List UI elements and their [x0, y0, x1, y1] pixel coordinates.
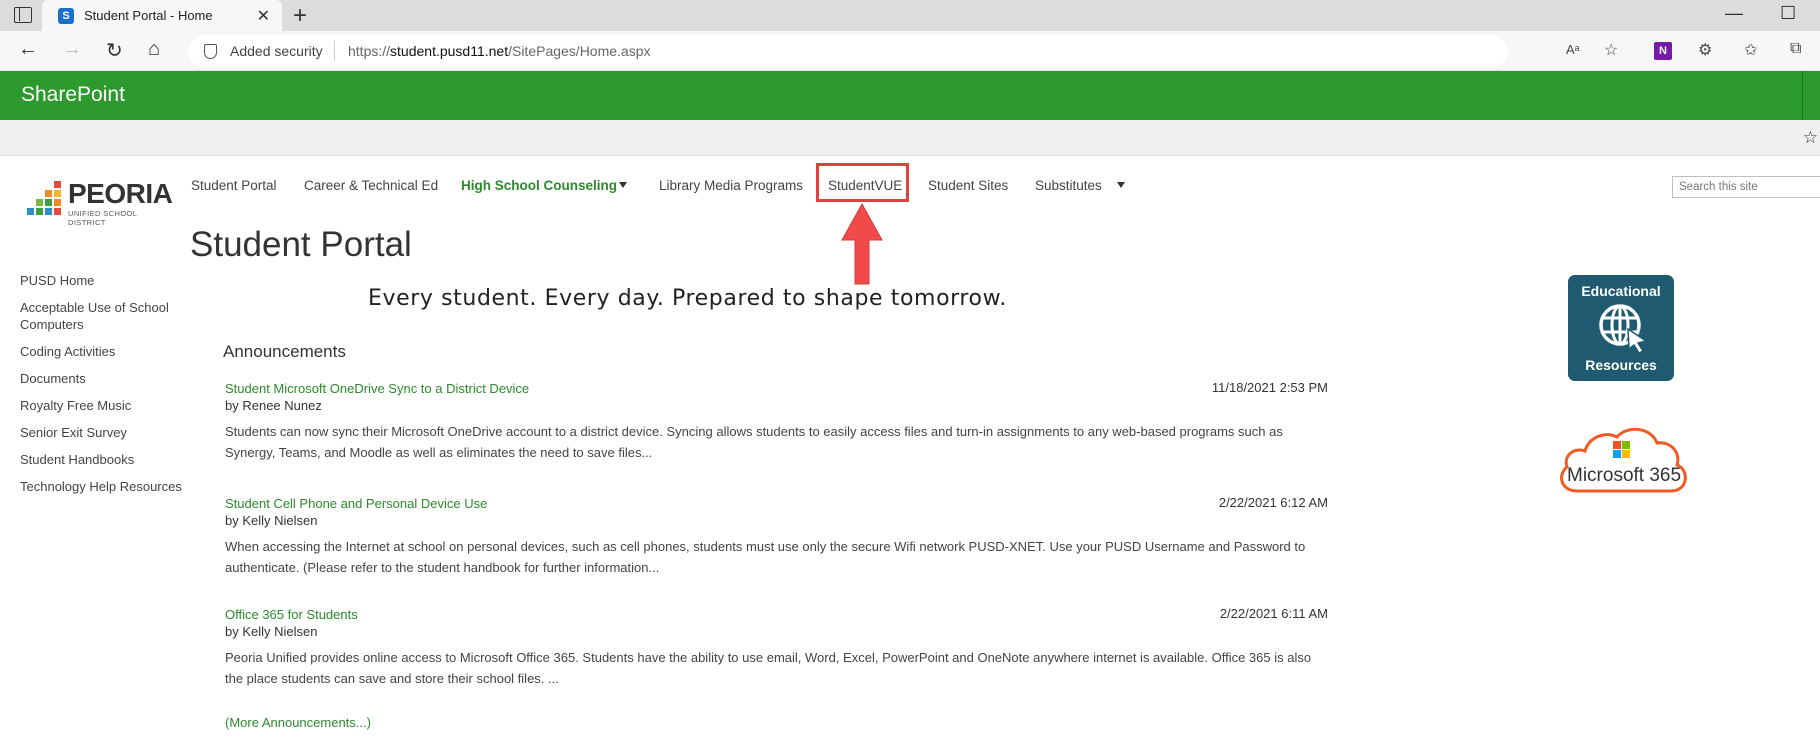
favorites-icon[interactable]: ✩ — [1744, 40, 1757, 60]
sharepoint-favicon-icon: S — [58, 8, 74, 24]
announcement-author: by Kelly Nielsen — [225, 624, 318, 639]
tab-actions-icon[interactable] — [14, 7, 32, 23]
tagline: Every student. Every day. Prepared to sh… — [368, 286, 1007, 311]
nav-student-sites[interactable]: Student Sites — [928, 178, 1008, 193]
page-title: Student Portal — [190, 225, 412, 265]
nav-substitutes[interactable]: Substitutes — [1035, 178, 1102, 193]
logo-wordmark: PEORIA — [68, 178, 173, 209]
browser-tab-bar: S Student Portal - Home ✕ + — ☐ — [0, 0, 1820, 31]
announcement-title[interactable]: Student Cell Phone and Personal Device U… — [225, 495, 1328, 512]
add-favorite-icon[interactable]: ☆ — [1604, 40, 1618, 60]
announcement-title[interactable]: Office 365 for Students — [225, 606, 1328, 623]
sharepoint-title[interactable]: SharePoint — [21, 83, 125, 107]
address-bar[interactable]: Added security https://student.pusd11.ne… — [188, 35, 1508, 67]
suite-bar-edge — [1802, 71, 1820, 120]
quick-launch: PUSD Home Acceptable Use of School Compu… — [20, 272, 185, 505]
back-icon[interactable]: ← — [18, 38, 38, 61]
search-input[interactable] — [1673, 177, 1820, 197]
ql-coding-activities[interactable]: Coding Activities — [20, 343, 185, 360]
browser-toolbar: ← → ↻ ⌂ Added security https://student.p… — [0, 31, 1820, 71]
maximize-icon[interactable]: ☐ — [1780, 3, 1796, 24]
extensions-icon[interactable]: ⚙ — [1698, 40, 1712, 60]
logo-square — [54, 199, 61, 206]
studentvue-highlight-box — [816, 163, 909, 202]
ql-technology-help[interactable]: Technology Help Resources — [20, 478, 185, 495]
announcements-heading[interactable]: Announcements — [223, 342, 346, 362]
red-arrow-icon — [841, 202, 883, 285]
new-tab-icon[interactable]: + — [293, 2, 307, 30]
announcement-author: by Renee Nunez — [225, 398, 322, 413]
logo-square — [45, 208, 52, 215]
logo-square — [36, 208, 43, 215]
logo-square — [36, 199, 43, 206]
ql-pusd-home[interactable]: PUSD Home — [20, 272, 185, 289]
edu-tile-top-label: Educational — [1581, 283, 1661, 299]
security-label[interactable]: Added security — [230, 43, 323, 59]
ql-documents[interactable]: Documents — [20, 370, 185, 387]
nav-career-technical-ed[interactable]: Career & Technical Ed — [304, 178, 438, 193]
logo-square — [45, 190, 52, 197]
educational-resources-tile[interactable]: Educational Resources — [1568, 275, 1674, 381]
follow-star-icon[interactable]: ☆ — [1803, 128, 1818, 148]
ql-student-handbooks[interactable]: Student Handbooks — [20, 451, 185, 468]
url-separator — [334, 41, 335, 61]
microsoft-365-tile[interactable]: Microsoft 365 — [1555, 425, 1691, 493]
nav-student-portal[interactable]: Student Portal — [191, 178, 277, 193]
announcement-title[interactable]: Student Microsoft OneDrive Sync to a Dis… — [225, 380, 1328, 397]
refresh-icon[interactable]: ↻ — [106, 38, 123, 63]
site-search-box[interactable] — [1672, 176, 1820, 198]
nav-high-school-counseling[interactable]: High School Counseling — [461, 178, 617, 193]
close-tab-icon[interactable]: ✕ — [257, 6, 270, 26]
m365-label: Microsoft 365 — [1567, 465, 1682, 486]
collections-icon[interactable]: ⧉ — [1790, 40, 1801, 58]
globe-cursor-icon — [1599, 304, 1648, 353]
browser-tab-active[interactable]: S Student Portal - Home ✕ — [42, 0, 282, 31]
announcement-item: Student Microsoft OneDrive Sync to a Dis… — [225, 380, 1328, 463]
logo-square — [54, 208, 61, 215]
ql-senior-exit-survey[interactable]: Senior Exit Survey — [20, 424, 185, 441]
ribbon-bar: ☆ — [0, 120, 1820, 156]
edu-tile-bottom-label: Resources — [1585, 357, 1657, 373]
logo-square — [27, 208, 34, 215]
announcement-author: by Kelly Nielsen — [225, 513, 318, 528]
more-announcements-link[interactable]: (More Announcements...) — [225, 715, 371, 730]
logo-square — [54, 190, 61, 197]
announcement-date: 11/18/2021 2:53 PM — [1211, 380, 1328, 395]
logo-subtitle: UNIFIED SCHOOL DISTRICT — [68, 209, 138, 227]
announcement-date: 2/22/2021 6:12 AM — [1218, 495, 1328, 510]
announcement-date: 2/22/2021 6:11 AM — [1219, 606, 1328, 621]
home-icon[interactable]: ⌂ — [148, 38, 160, 61]
announcement-body: Peoria Unified provides online access to… — [225, 650, 1312, 686]
shield-icon[interactable] — [204, 44, 217, 59]
logo-square — [45, 199, 52, 206]
announcement-item: Student Cell Phone and Personal Device U… — [225, 495, 1328, 578]
nav-library-media-programs[interactable]: Library Media Programs — [659, 178, 803, 193]
ql-royalty-free-music[interactable]: Royalty Free Music — [20, 397, 185, 414]
dropdown-caret-icon[interactable] — [619, 182, 627, 188]
sharepoint-suite-bar: SharePoint — [0, 71, 1802, 120]
url-text[interactable]: https://student.pusd11.net/SitePages/Hom… — [348, 43, 651, 59]
dropdown-caret-icon[interactable] — [1117, 182, 1125, 188]
read-aloud-icon[interactable]: Aᵃ — [1566, 42, 1580, 57]
onenote-icon[interactable]: N — [1654, 42, 1672, 60]
ql-acceptable-use[interactable]: Acceptable Use of School Computers — [20, 299, 185, 333]
peoria-logo[interactable]: PEORIA UNIFIED SCHOOL DISTRICT — [26, 178, 173, 227]
announcement-body: When accessing the Internet at school on… — [225, 539, 1306, 575]
logo-square — [54, 181, 61, 188]
announcement-body: Students can now sync their Microsoft On… — [225, 424, 1283, 460]
forward-icon[interactable]: → — [62, 38, 82, 61]
tab-title: Student Portal - Home — [84, 8, 213, 23]
announcement-item: Office 365 for Students 2/22/2021 6:11 A… — [225, 606, 1328, 689]
minimize-icon[interactable]: — — [1725, 3, 1743, 24]
